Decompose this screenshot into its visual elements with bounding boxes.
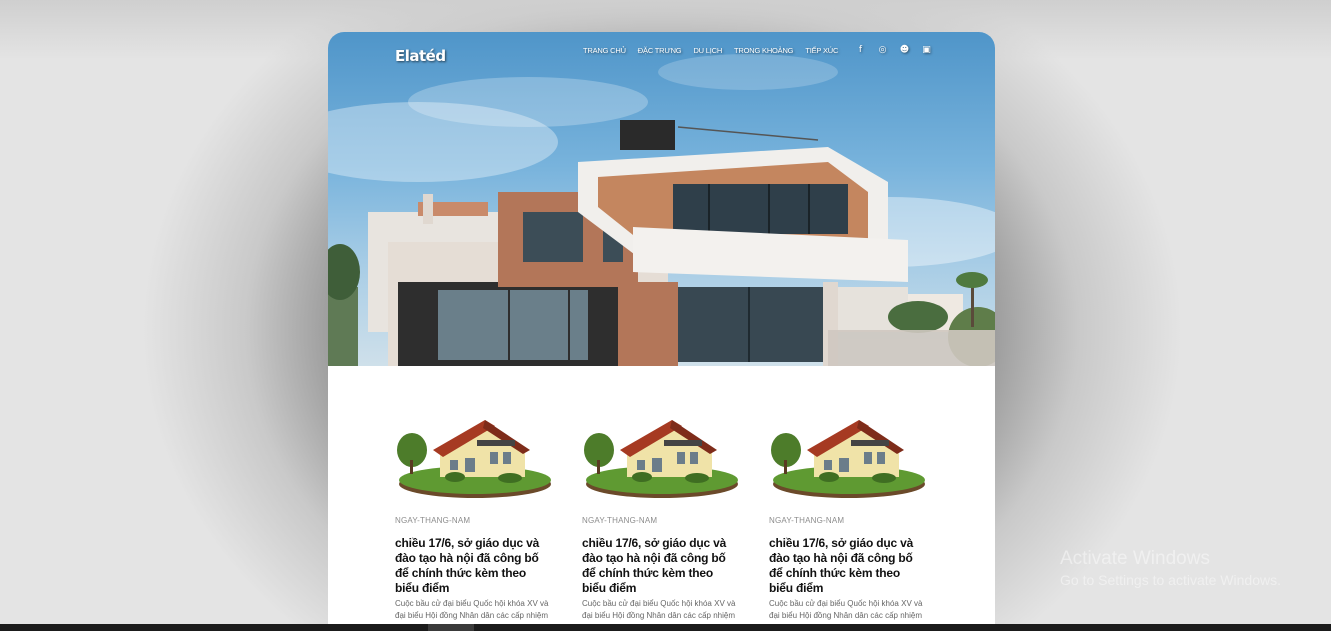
post-card: NGAY-THANG-NAM chiều 17/6, sở giáo dục v… [582,402,739,631]
main-nav: TRANG CHỦ ĐẶC TRƯNG DU LỊCH TRONG KHOẢNG… [583,46,838,55]
post-title[interactable]: chiều 17/6, sở giáo dục và đào tạo hà nộ… [395,536,552,596]
post-date: NGAY-THANG-NAM [582,516,658,525]
post-title[interactable]: chiều 17/6, sở giáo dục và đào tạo hà nộ… [582,536,739,596]
house-illustration [771,420,925,498]
nav-item-contact[interactable]: TIẾP XÚC [805,46,838,55]
post-thumbnail[interactable] [769,402,926,502]
post-thumbnail[interactable] [582,402,739,502]
post-title[interactable]: chiều 17/6, sở giáo dục và đào tạo hà nộ… [769,536,926,596]
post-date: NGAY-THANG-NAM [395,516,471,525]
taskbar [0,624,1331,631]
nav-item-about[interactable]: TRONG KHOẢNG [734,46,793,55]
hero-house-image [328,54,995,366]
post-date: NGAY-THANG-NAM [769,516,845,525]
post-grid: NGAY-THANG-NAM chiều 17/6, sở giáo dục v… [395,402,926,631]
website-card: Elatéd TRANG CHỦ ĐẶC TRƯNG DU LỊCH TRONG… [328,32,995,631]
facebook-icon[interactable]: f [855,45,866,56]
hero-banner: Elatéd TRANG CHỦ ĐẶC TRƯNG DU LỊCH TRONG… [328,32,995,366]
reddit-icon[interactable]: ☻ [899,45,910,56]
nav-item-travel[interactable]: DU LỊCH [693,46,722,55]
house-illustration [584,420,738,498]
nav-item-home[interactable]: TRANG CHỦ [583,46,626,55]
watermark-subtitle: Go to Settings to activate Windows. [1060,572,1281,588]
dribbble-icon[interactable]: ◎ [877,45,888,56]
taskbar-app[interactable] [428,624,474,631]
house-illustration [397,420,551,498]
watermark-title: Activate Windows [1060,548,1210,569]
post-thumbnail[interactable] [395,402,552,502]
site-logo[interactable]: Elatéd [395,47,446,65]
activation-watermark: Activate Windows Go to Settings to activ… [1060,548,1281,588]
nav-item-features[interactable]: ĐẶC TRƯNG [638,46,682,55]
social-links: f ◎ ☻ ▣ [855,45,932,56]
post-card: NGAY-THANG-NAM chiều 17/6, sở giáo dục v… [395,402,552,631]
github-icon[interactable]: ▣ [921,45,932,56]
post-card: NGAY-THANG-NAM chiều 17/6, sở giáo dục v… [769,402,926,631]
